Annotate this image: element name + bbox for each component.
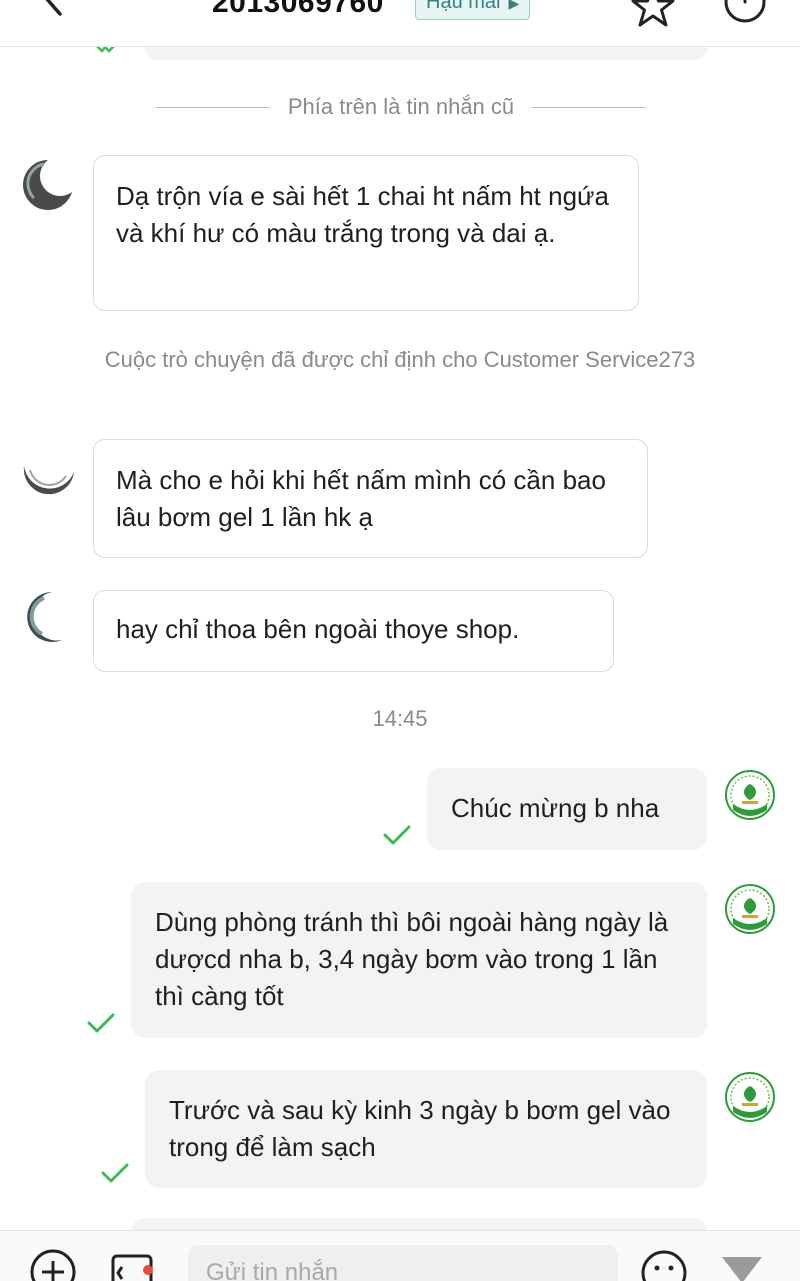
message-timestamp: 14:45 [372,706,428,731]
plus-icon[interactable] [30,1249,76,1281]
check-icon [101,1163,129,1183]
shop-avatar[interactable] [725,770,775,820]
message-text: Chúc mừng b nha [451,793,660,823]
outgoing-message-bubble[interactable]: Dùng phòng tránh thì bôi ngoài hàng ngày… [131,882,707,1038]
outgoing-message-bubble[interactable]: Chúc mừng b nha [427,768,707,850]
customer-avatar[interactable] [22,452,74,504]
customer-avatar[interactable] [22,158,74,210]
message-input[interactable] [188,1245,618,1281]
message-text: hay chỉ thoa bên ngoài thoye shop. [116,614,520,644]
tag-badge[interactable]: Hậu mãi ▶ [415,0,531,20]
composer-bar [0,1230,800,1281]
shop-avatar[interactable] [725,884,775,934]
message-text: Mà cho e hỏi khi hết nấm mình có cần bao… [116,465,606,532]
back-icon[interactable] [34,0,74,18]
send-icon[interactable] [720,1253,764,1281]
more-icon[interactable] [722,0,768,24]
check-icon [87,1013,115,1033]
play-icon: ▶ [508,0,520,11]
old-messages-divider: Phía trên là tin nhắn cũ [156,92,647,122]
message-text: Dùng phòng tránh thì bôi ngoài hàng ngày… [155,907,669,1011]
shop-avatar[interactable] [725,1072,775,1122]
divider-line [156,106,270,108]
message-text: Dạ trộn vía e sài hết 1 chai ht nấm ht n… [116,181,609,248]
customer-avatar[interactable] [22,590,74,642]
notification-dot [143,1265,153,1275]
assignment-system-note: Cuộc trò chuyện đã được chỉ định cho Cus… [104,347,696,372]
chat-header: 2013069760 Hậu mãi ▶ [0,0,800,47]
incoming-message-bubble[interactable]: hay chỉ thoa bên ngoài thoye shop. [93,590,614,672]
incoming-message-bubble[interactable]: Dạ trộn vía e sài hết 1 chai ht nấm ht n… [93,155,639,311]
emoji-icon[interactable] [640,1249,688,1281]
check-icon [383,825,411,845]
incoming-message-bubble[interactable]: Mà cho e hỏi khi hết nấm mình có cần bao… [93,439,648,558]
tag-badge-label: Hậu mãi [426,0,501,13]
outgoing-message-bubble[interactable]: Trước và sau kỳ kinh 3 ngày b bơm gel và… [145,1070,707,1188]
chat-title: 2013069760 [212,0,384,19]
divider-line [532,106,647,108]
divider-text: Phía trên là tin nhắn cũ [287,94,515,119]
star-icon[interactable] [630,0,676,28]
message-text: Trước và sau kỳ kinh 3 ngày b bơm gel và… [169,1095,671,1162]
